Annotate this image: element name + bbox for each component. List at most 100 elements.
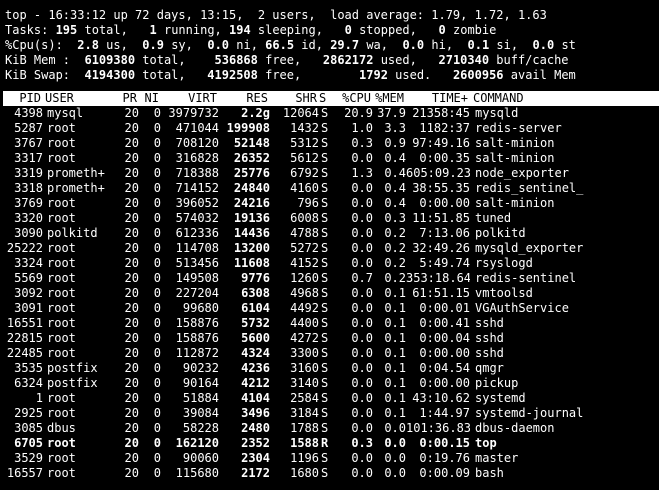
cell-pid: 3091	[14, 301, 43, 315]
summary-label: stopped,	[351, 23, 439, 37]
cell-shr: 4272	[290, 331, 319, 345]
summary-label: used,	[373, 53, 432, 67]
cell-res: 11608	[233, 256, 270, 270]
process-row: 3319 prometh+ 20 0 718388 25776 6792 S 1.3 0.4605…	[5, 166, 659, 181]
cell-time: 0:00.00	[419, 196, 470, 210]
swap-line: KiB Swap: 4194300 total, 4192508 free, 1…	[5, 68, 659, 83]
cell-cmd: salt-minion	[475, 151, 555, 165]
cell-cmd: salt-minion	[475, 196, 555, 210]
cell-shr: 1680	[290, 466, 319, 480]
cell-s: S	[321, 451, 329, 465]
summary-value: 0	[344, 23, 352, 37]
cell-shr: 1260	[290, 271, 319, 285]
cell-shr: 4788	[290, 226, 319, 240]
cell-user: root	[47, 301, 76, 315]
cell-pr: 20	[124, 361, 139, 375]
col-res: RES	[246, 91, 268, 105]
cell-user: root	[47, 151, 76, 165]
cell-pid: 16551	[6, 316, 43, 330]
cell-pr: 20	[124, 346, 139, 360]
cell-virt: 90060	[182, 451, 219, 465]
cell-time: 0:00.09	[419, 466, 470, 480]
cell-time: 1:44.97	[419, 406, 470, 420]
cell-time: 38:55.35	[412, 181, 470, 195]
summary-label: avail Mem	[503, 68, 576, 82]
cell-mem: 0.1	[384, 331, 406, 345]
cell-pr: 20	[124, 301, 139, 315]
cell-res: 13200	[233, 241, 270, 255]
cell-cpu: 0.0	[351, 316, 373, 330]
cell-cpu: 0.0	[351, 376, 373, 390]
cell-res: 19136	[233, 211, 270, 225]
cell-user: root	[47, 196, 76, 210]
cell-user: root	[47, 286, 76, 300]
cell-s: S	[321, 241, 329, 255]
summary-value: 2.8	[77, 38, 99, 52]
cell-shr: 6792	[290, 166, 319, 180]
cell-pid: 3767	[14, 136, 43, 150]
cell-mem: 0.9	[384, 136, 406, 150]
cell-cpu: 0.0	[351, 151, 373, 165]
cell-shr: 3160	[290, 361, 319, 375]
col-mem: %MEM	[375, 91, 404, 105]
cell-user: root	[47, 271, 76, 285]
cell-res: 2480	[241, 421, 270, 435]
cell-pid: 3320	[14, 211, 43, 225]
summary-value: 0.1	[467, 38, 490, 52]
cell-mem: 0.1	[384, 286, 406, 300]
cell-mem: 37.9	[377, 106, 406, 120]
process-row: 25222 root 20 0 114708 13200 5272 S 0.0 0.2 32:49.…	[5, 241, 659, 256]
cell-mem: 0.2	[384, 256, 406, 270]
cell-mem: 0.1	[384, 361, 406, 375]
cell-pr: 20	[124, 121, 139, 135]
cell-ni: 0	[153, 256, 161, 270]
cell-cpu: 0.0	[351, 331, 373, 345]
cell-pid: 6705	[14, 436, 43, 450]
cell-pid: 6324	[14, 376, 43, 390]
cell-virt: 158876	[175, 331, 219, 345]
summary-value: 6109380	[77, 53, 136, 67]
cell-pr: 20	[124, 376, 139, 390]
cell-pid: 25222	[6, 241, 43, 255]
cell-time: 11:51.85	[412, 211, 470, 225]
cell-ni: 0	[153, 241, 161, 255]
process-row: 3769 root 20 0 396052 24216 796 S 0.0 0.4 0:00.00 s…	[5, 196, 659, 211]
summary-label: id,	[294, 38, 331, 52]
cell-mem: 0.4	[384, 181, 406, 195]
process-row: 2925 root 20 0 39084 3496 3184 S 0.0 0.1 1:44.97 sy…	[5, 406, 659, 421]
cell-s: S	[321, 211, 329, 225]
cell-user: root	[47, 211, 76, 225]
cell-user: root	[47, 346, 76, 360]
cell-user: prometh+	[47, 181, 105, 195]
summary-label: total,	[135, 68, 201, 82]
cell-virt: 714152	[175, 181, 219, 195]
tasks-line: Tasks: 195 total, 1 running, 194 sleepin…	[5, 23, 659, 38]
cell-user: root	[47, 256, 76, 270]
cell-cmd: master	[475, 451, 519, 465]
cell-virt: 158876	[175, 316, 219, 330]
cell-ni: 0	[153, 451, 161, 465]
summary-value: 0.0	[532, 38, 555, 52]
col-pid: PID	[19, 91, 41, 105]
cell-mem: 0.1	[384, 301, 406, 315]
summary-value: 1	[149, 23, 157, 37]
cell-s: S	[321, 256, 329, 270]
cell-cpu: 0.0	[351, 391, 373, 405]
cell-pr: 20	[124, 406, 139, 420]
cell-mem: 0.2	[384, 241, 406, 255]
process-row: 22485 root 20 0 112872 4324 3300 S 0.0 0.1 0:00.00…	[5, 346, 659, 361]
cell-res: 24216	[233, 196, 270, 210]
cell-ni: 0	[153, 331, 161, 345]
cell-cmd: sshd	[475, 316, 504, 330]
process-row: 3324 root 20 0 513456 11608 4152 S 0.0 0.2 5:49.74…	[5, 256, 659, 271]
cell-time: 1182:37	[419, 121, 470, 135]
cell-shr: 1788	[290, 421, 319, 435]
cell-cpu: 0.7	[351, 271, 373, 285]
summary-label: free,	[257, 68, 338, 82]
cell-cpu: 0.0	[351, 346, 373, 360]
cell-res: 5732	[241, 316, 270, 330]
cell-shr: 6008	[290, 211, 319, 225]
cell-ni: 0	[153, 106, 161, 120]
summary-value: 4192508	[200, 68, 258, 82]
cell-virt: 51884	[182, 391, 219, 405]
